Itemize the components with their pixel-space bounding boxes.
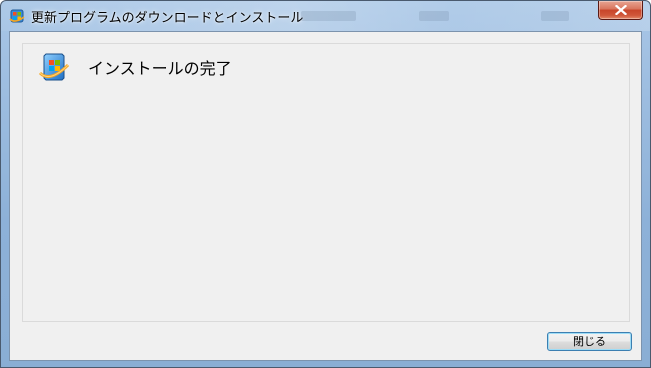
close-button[interactable]: 閉じる: [547, 332, 632, 351]
background-ghost: [419, 11, 449, 21]
windows-update-icon: [38, 51, 70, 83]
background-ghost: [301, 11, 356, 21]
title-bar[interactable]: 更新プログラムのダウンロードとインストール: [1, 1, 650, 31]
windows-update-icon: [9, 8, 25, 24]
background-ghost: [541, 11, 569, 21]
window-close-button[interactable]: [598, 1, 643, 20]
close-icon: [615, 5, 627, 15]
dialog-window: 更新プログラムのダウンロードとインストール インストールの完了 閉じる: [0, 0, 651, 368]
page-title: インストールの完了: [88, 59, 232, 78]
content-panel: インストールの完了: [22, 43, 630, 322]
dialog-client-area: インストールの完了 閉じる: [9, 31, 642, 361]
window-title: 更新プログラムのダウンロードとインストール: [31, 11, 304, 26]
